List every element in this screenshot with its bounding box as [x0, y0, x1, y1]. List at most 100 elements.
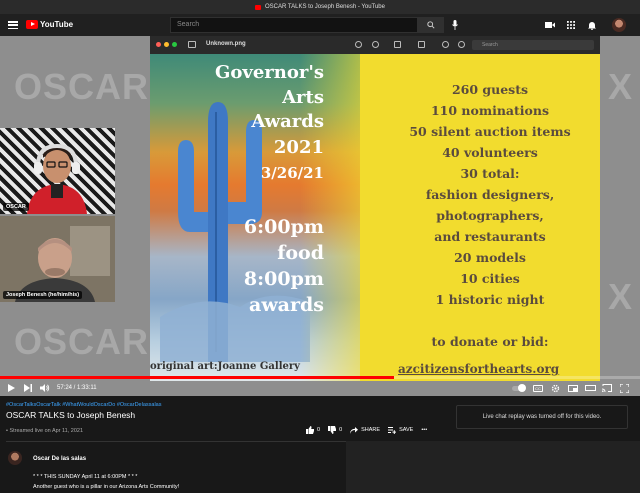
notifications-bell-icon[interactable] [587, 20, 597, 30]
zoom-out-icon[interactable] [355, 41, 362, 48]
poster-donation-url: azcitizensforthearts.org [398, 362, 560, 376]
description-line: * * * THIS SUNDAY April 11 at 6:00PM * *… [33, 474, 138, 480]
like-button[interactable]: 0 [306, 426, 320, 434]
markup-icon[interactable] [418, 41, 425, 48]
thumbs-up-icon [306, 426, 314, 434]
cast-button[interactable] [602, 383, 612, 393]
youtube-play-icon [26, 20, 38, 29]
image-viewer-toolbar: Unknown.png Search [150, 36, 600, 54]
channel-name[interactable]: Oscar De las salas [33, 456, 86, 462]
video-player[interactable]: OSCAR OSCAR X X Unknown.png Search Gover… [0, 36, 640, 396]
search-input[interactable]: Search [170, 17, 418, 33]
window-controls[interactable] [156, 42, 177, 47]
search-button[interactable] [418, 17, 444, 33]
thumbs-down-icon [328, 426, 337, 434]
play-icon [8, 384, 15, 392]
poster-title-line: 2021 [273, 137, 324, 158]
mic-icon[interactable] [450, 19, 460, 31]
poster-stat-line: 1 historic night [435, 292, 545, 307]
background-oscar-text-partial: X [608, 66, 634, 107]
guest-camera-tile: Joseph Benesh (he/him/his) [0, 216, 115, 302]
subtitles-button[interactable]: CC [533, 383, 543, 393]
shared-screen: Unknown.png Search Governor's Arts Award… [150, 36, 600, 381]
gear-icon [551, 384, 560, 392]
poster-title-line: awards [249, 294, 324, 316]
background-oscar-text-partial: X [608, 276, 634, 317]
poster-stat-line: photographers, [436, 208, 544, 223]
channel-avatar[interactable] [8, 451, 22, 465]
poster-stat-line: 30 total: [460, 166, 520, 181]
poster-stat-line: 110 nominations [430, 103, 550, 118]
annotate-icon[interactable] [458, 41, 465, 48]
poster-title-line: 8:00pm [243, 268, 324, 290]
description-line: Another guest who is a pillar in our Ari… [33, 484, 180, 490]
share-arrow-icon [350, 426, 359, 434]
youtube-favicon-icon [255, 4, 262, 10]
zoom-dot-icon[interactable] [172, 42, 177, 47]
cast-icon [602, 384, 612, 392]
video-progress-bar[interactable] [0, 376, 640, 379]
poster-title-line: food [277, 242, 324, 264]
poster-stats-block: 260 guests 110 nominations 50 silent auc… [390, 79, 590, 352]
video-progress-fill [0, 376, 395, 379]
fullscreen-button[interactable] [620, 383, 629, 393]
youtube-header: YouTube Search [0, 14, 640, 36]
save-label: SAVE [399, 427, 414, 433]
rotate-icon[interactable] [442, 41, 449, 48]
poster-title-line: Arts [282, 87, 324, 108]
autoplay-toggle[interactable] [512, 383, 526, 393]
menu-icon[interactable] [8, 21, 18, 29]
theater-mode-button[interactable] [585, 383, 596, 393]
poster-stat-line: 40 volunteers [442, 145, 538, 160]
play-button[interactable] [8, 383, 15, 393]
miniplayer-button[interactable] [568, 383, 578, 393]
volume-button[interactable] [40, 383, 50, 393]
poster-stat-line: 50 silent auction items [409, 124, 571, 139]
poster-stat-line: to donate or bid: [431, 334, 549, 349]
video-actions: 0 0 SHARE SAVE ••• [306, 426, 427, 434]
video-hashtags[interactable]: #OscarTalksOscarTalk #WhatWouldOscarDo #… [6, 402, 161, 408]
poster-stat-line: and restaurants [434, 229, 546, 244]
settings-button[interactable] [551, 383, 560, 393]
miniplayer-icon [568, 384, 578, 392]
poster-stat-line: 20 models [454, 250, 526, 265]
fullscreen-icon [620, 383, 629, 393]
account-avatar[interactable] [612, 18, 626, 32]
player-controls: 57:24 / 1:33:11 CC [0, 380, 640, 396]
poster-title-line: Awards [251, 111, 324, 132]
sidebar-panel [346, 441, 640, 493]
guest-name-label: Joseph Benesh (he/him/his) [3, 291, 83, 299]
poster-stat-line: 10 cities [460, 271, 520, 286]
theater-icon [585, 385, 596, 391]
window-title: OSCAR TALKS to Joseph Benesh - YouTube [265, 4, 385, 10]
share-button[interactable]: SHARE [350, 426, 380, 434]
more-actions-button[interactable]: ••• [421, 427, 427, 433]
sidebar-toggle-icon[interactable] [188, 41, 196, 48]
volume-icon [40, 384, 50, 392]
create-video-icon[interactable] [545, 20, 555, 30]
zoom-in-icon[interactable] [372, 41, 379, 48]
poster-stat-line: fashion designers, [425, 187, 555, 202]
host-video-feed [27, 143, 87, 214]
poster-art-credit: original art:Joanne Gallery [150, 361, 300, 372]
dislike-button[interactable]: 0 [328, 426, 342, 434]
playlist-add-icon [388, 426, 397, 434]
live-chat-replay-notice: Live chat replay was turned off for this… [456, 405, 628, 429]
video-title: OSCAR TALKS to Joseph Benesh [6, 410, 136, 420]
next-button[interactable] [24, 383, 32, 393]
host-camera-tile: OSCAR [0, 128, 115, 214]
next-icon [24, 384, 32, 392]
youtube-logo[interactable]: YouTube [26, 20, 73, 29]
viewer-search-input[interactable]: Search [472, 40, 594, 50]
dislike-count: 0 [339, 427, 343, 433]
save-button[interactable]: SAVE [388, 426, 414, 434]
poster-title-line: Governor's [215, 62, 324, 83]
apps-grid-icon[interactable] [566, 20, 576, 30]
browser-title-bar: OSCAR TALKS to Joseph Benesh - YouTube [0, 0, 640, 14]
share-icon[interactable] [394, 41, 401, 48]
poster-title-line: 3/26/21 [260, 164, 324, 182]
viewer-file-name: Unknown.png [206, 41, 246, 47]
close-dot-icon[interactable] [156, 42, 161, 47]
awards-poster-image: Governor's Arts Awards 2021 3/26/21 6:00… [150, 54, 600, 381]
minimize-dot-icon[interactable] [164, 42, 169, 47]
